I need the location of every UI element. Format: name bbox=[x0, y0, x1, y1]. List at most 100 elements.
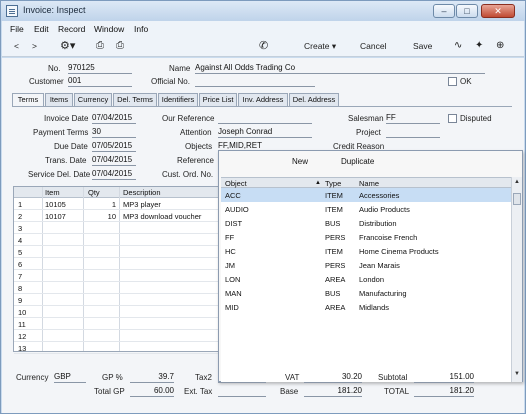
list-item[interactable]: FF PERS Francoise French bbox=[221, 230, 511, 244]
due-date-field[interactable]: 07/05/2015 bbox=[92, 141, 136, 152]
customer-field[interactable]: 001 bbox=[68, 76, 132, 87]
menu-bar: File Edit Record Window Info bbox=[2, 21, 524, 37]
objects-list-scrollbar[interactable]: ▲ ▼ bbox=[511, 177, 522, 382]
list-item[interactable]: DIST BUS Distribution bbox=[221, 216, 511, 230]
header-name[interactable]: Name bbox=[359, 179, 379, 188]
tab-del-terms[interactable]: Del. Terms bbox=[113, 93, 157, 106]
reference-label: Reference bbox=[177, 156, 214, 165]
menu-info[interactable]: Info bbox=[134, 24, 148, 34]
attention-label: Attention bbox=[180, 128, 212, 137]
menu-window[interactable]: Window bbox=[94, 24, 124, 34]
customer-name-field[interactable]: Against All Odds Trading Co bbox=[195, 63, 485, 74]
item-cell[interactable]: 10105 bbox=[45, 200, 66, 209]
menu-edit[interactable]: Edit bbox=[34, 24, 49, 34]
attachment-icon[interactable]: ⊕ bbox=[496, 40, 504, 51]
gear-icon[interactable]: ⚙▾ bbox=[60, 39, 75, 52]
scroll-thumb[interactable] bbox=[513, 193, 521, 205]
invoice-number-field[interactable]: 970125 bbox=[68, 63, 132, 74]
type-cell: BUS bbox=[325, 219, 341, 228]
payment-terms-label: Payment Terms bbox=[33, 128, 89, 137]
ext-tax-label: Ext. Tax bbox=[184, 387, 213, 396]
type-cell: ITEM bbox=[325, 191, 343, 200]
menu-file[interactable]: File bbox=[10, 24, 24, 34]
create-button[interactable]: Create ▾ bbox=[304, 41, 336, 52]
print-preview-icon[interactable]: ⎙ bbox=[116, 40, 124, 51]
row-number: 4 bbox=[18, 236, 23, 245]
header-type[interactable]: Type bbox=[325, 179, 341, 188]
minimize-button[interactable]: – bbox=[433, 4, 455, 18]
currency-field[interactable]: GBP bbox=[54, 372, 86, 383]
grid-header-item: Item bbox=[45, 188, 60, 197]
list-item[interactable]: MAN BUS Manufacturing bbox=[221, 286, 511, 300]
maximize-button[interactable]: □ bbox=[456, 4, 478, 18]
disputed-label: Disputed bbox=[460, 114, 492, 123]
header-object[interactable]: Object bbox=[225, 179, 247, 188]
gp-pct-label: GP % bbox=[102, 373, 123, 382]
title-bar[interactable]: Invoice: Inspect – □ ✕ bbox=[1, 1, 525, 21]
name-cell: Manufacturing bbox=[359, 289, 407, 298]
duplicate-button[interactable]: Duplicate bbox=[341, 157, 374, 166]
back-arrow-icon[interactable]: < bbox=[14, 41, 19, 51]
trans-date-field[interactable]: 07/04/2015 bbox=[92, 155, 136, 166]
tab-del-address[interactable]: Del. Address bbox=[289, 93, 339, 106]
trans-date-label: Trans. Date bbox=[45, 156, 87, 165]
type-cell: AREA bbox=[325, 303, 346, 312]
row-number: 12 bbox=[18, 332, 27, 341]
object-cell: MAN bbox=[225, 289, 242, 298]
service-del-date-field[interactable]: 07/04/2015 bbox=[92, 169, 136, 180]
list-item[interactable]: AUDIO ITEM Audio Products bbox=[221, 202, 511, 216]
description-cell[interactable]: MP3 download voucher bbox=[123, 212, 201, 221]
forward-arrow-icon[interactable]: > bbox=[32, 41, 37, 51]
tab-items[interactable]: Items bbox=[45, 93, 73, 106]
qty-cell[interactable]: 1 bbox=[84, 200, 116, 209]
customer-label: Customer bbox=[29, 77, 64, 86]
description-cell[interactable]: MP3 player bbox=[123, 200, 161, 209]
list-item[interactable]: HC ITEM Home Cinema Products bbox=[221, 244, 511, 258]
cancel-button[interactable]: Cancel bbox=[360, 41, 386, 51]
vat-label: VAT bbox=[285, 373, 300, 382]
tab-inv-address[interactable]: Inv. Address bbox=[238, 93, 288, 106]
list-item[interactable]: MID AREA Midlands bbox=[221, 300, 511, 314]
official-no-field[interactable] bbox=[195, 76, 315, 87]
list-item[interactable]: ACC ITEM Accessories bbox=[221, 188, 511, 202]
tab-currency[interactable]: Currency bbox=[74, 93, 112, 106]
object-cell: DIST bbox=[225, 219, 243, 228]
ok-checkbox[interactable] bbox=[448, 77, 457, 86]
objects-paste-special: New Duplicate Object ▲ Type Name ACC ITEM… bbox=[218, 150, 523, 382]
tab-identifiers[interactable]: Identifiers bbox=[158, 93, 198, 106]
tab-price-list[interactable]: Price List bbox=[199, 93, 237, 106]
our-reference-field[interactable] bbox=[218, 113, 312, 124]
object-cell: ACC bbox=[225, 191, 241, 200]
total-gp-field: 60.00 bbox=[130, 386, 174, 397]
activity-graph-icon[interactable]: ∿ bbox=[454, 40, 462, 51]
item-cell[interactable]: 10107 bbox=[45, 212, 66, 221]
name-cell: Accessories bbox=[359, 191, 400, 200]
disputed-checkbox[interactable] bbox=[448, 114, 457, 123]
row-number: 11 bbox=[18, 320, 26, 329]
objects-list: Object ▲ Type Name ACC ITEM Accessories AUD… bbox=[221, 177, 511, 382]
no-label: No. bbox=[48, 64, 61, 73]
list-item[interactable]: LON AREA London bbox=[221, 272, 511, 286]
close-button[interactable]: ✕ bbox=[481, 4, 515, 18]
qty-cell[interactable]: 10 bbox=[84, 212, 116, 221]
save-button[interactable]: Save bbox=[413, 41, 432, 51]
phone-icon[interactable]: ✆ bbox=[259, 39, 268, 52]
cust-ord-no-label: Cust. Ord. No. bbox=[162, 170, 214, 179]
invoice-date-field[interactable]: 07/04/2015 bbox=[92, 113, 136, 124]
scroll-up-icon[interactable]: ▲ bbox=[513, 179, 521, 185]
payment-terms-field[interactable]: 30 bbox=[92, 127, 136, 138]
scroll-down-icon[interactable]: ▼ bbox=[513, 371, 521, 377]
tab-terms[interactable]: Terms bbox=[12, 93, 44, 107]
new-button[interactable]: New bbox=[292, 157, 308, 166]
menu-record[interactable]: Record bbox=[58, 24, 85, 34]
list-item[interactable]: JM PERS Jean Marais bbox=[221, 258, 511, 272]
gp-pct-field: 39.7 bbox=[130, 372, 174, 383]
base-field: 181.20 bbox=[304, 386, 362, 397]
salesman-field[interactable]: FF bbox=[386, 113, 440, 124]
attention-field[interactable]: Joseph Conrad bbox=[218, 127, 312, 138]
project-field[interactable] bbox=[386, 127, 440, 138]
link-icon[interactable]: ✦ bbox=[475, 40, 483, 51]
print-icon[interactable]: ⎙ bbox=[96, 40, 104, 51]
project-label: Project bbox=[356, 128, 381, 137]
row-number: 9 bbox=[18, 296, 23, 305]
